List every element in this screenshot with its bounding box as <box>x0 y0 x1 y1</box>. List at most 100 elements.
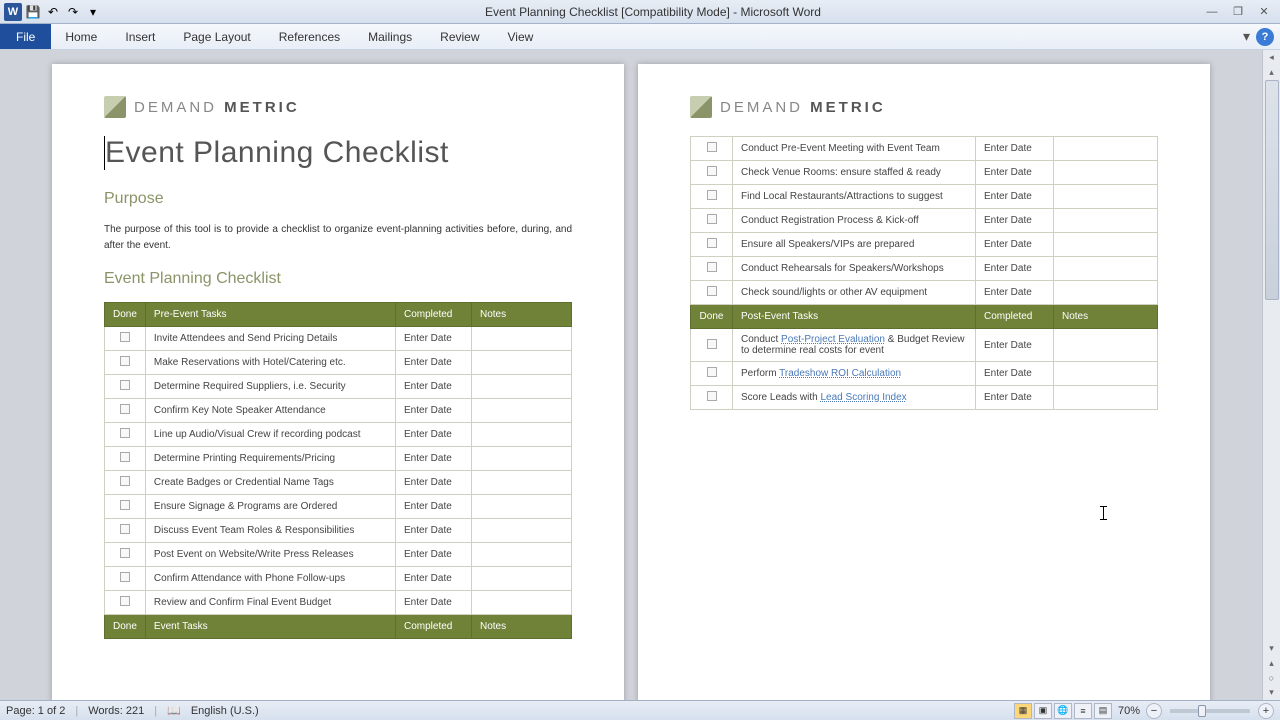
help-icon[interactable]: ? <box>1256 28 1274 46</box>
logo-mark-icon <box>690 96 712 118</box>
page-title: Event Planning Checklist <box>104 136 572 170</box>
checkbox[interactable] <box>707 142 717 152</box>
col-post-event: Post-Event Tasks <box>733 305 976 329</box>
checkbox[interactable] <box>707 367 717 377</box>
checkbox[interactable] <box>120 596 130 606</box>
col-notes: Notes <box>472 615 572 639</box>
browse-object-icon[interactable]: ○ <box>1269 671 1274 685</box>
checkbox[interactable] <box>120 548 130 558</box>
prev-page-icon[interactable]: ▴ <box>1269 656 1274 671</box>
checkbox[interactable] <box>120 356 130 366</box>
restore-button[interactable]: ❐ <box>1226 3 1250 21</box>
scroll-down-icon[interactable]: ▾ <box>1269 641 1274 656</box>
completed-cell: Enter Date <box>976 233 1054 257</box>
task-cell: Confirm Attendance with Phone Follow-ups <box>145 567 395 591</box>
completed-cell: Enter Date <box>396 495 472 519</box>
checkbox[interactable] <box>120 332 130 342</box>
scroll-thumb[interactable] <box>1265 80 1279 300</box>
checkbox[interactable] <box>120 404 130 414</box>
outline-view[interactable]: ≡ <box>1074 703 1092 719</box>
panel-toggle-icon[interactable]: ◂ <box>1269 50 1274 65</box>
hyperlink[interactable]: Tradeshow ROI Calculation <box>779 368 901 379</box>
undo-icon[interactable]: ↶ <box>44 3 62 21</box>
checkbox[interactable] <box>120 380 130 390</box>
completed-cell: Enter Date <box>976 281 1054 305</box>
checkbox[interactable] <box>707 238 717 248</box>
next-page-icon[interactable]: ▾ <box>1269 685 1274 700</box>
completed-cell: Enter Date <box>976 185 1054 209</box>
checkbox[interactable] <box>120 452 130 462</box>
completed-cell: Enter Date <box>396 327 472 351</box>
completed-cell: Enter Date <box>976 161 1054 185</box>
checkbox[interactable] <box>120 524 130 534</box>
hyperlink[interactable]: Lead Scoring Index <box>821 392 907 403</box>
completed-cell: Enter Date <box>396 351 472 375</box>
tab-review[interactable]: Review <box>426 24 493 49</box>
vertical-scrollbar[interactable]: ◂ ▴ ▾ ▴ ○ ▾ <box>1262 50 1280 700</box>
table-row: Ensure Signage & Programs are OrderedEnt… <box>105 495 572 519</box>
notes-cell <box>1054 329 1158 362</box>
minimize-button[interactable]: — <box>1200 3 1224 21</box>
zoom-thumb[interactable] <box>1198 705 1206 717</box>
checkbox[interactable] <box>707 262 717 272</box>
scroll-up-icon[interactable]: ▴ <box>1269 65 1274 80</box>
notes-cell <box>1054 209 1158 233</box>
zoom-out-button[interactable]: − <box>1146 703 1162 719</box>
save-icon[interactable]: 💾 <box>24 3 42 21</box>
completed-cell: Enter Date <box>976 137 1054 161</box>
document-area[interactable]: Demand Metric Event Planning Checklist P… <box>0 50 1262 700</box>
purpose-text: The purpose of this tool is to provide a… <box>104 222 572 254</box>
checkbox[interactable] <box>707 166 717 176</box>
tab-home[interactable]: Home <box>51 24 111 49</box>
checkbox[interactable] <box>120 428 130 438</box>
tab-mailings[interactable]: Mailings <box>354 24 426 49</box>
full-screen-view[interactable]: ▣ <box>1034 703 1052 719</box>
tab-page-layout[interactable]: Page Layout <box>169 24 264 49</box>
status-words[interactable]: Words: 221 <box>88 705 144 717</box>
web-layout-view[interactable]: 🌐 <box>1054 703 1072 719</box>
checkbox[interactable] <box>120 500 130 510</box>
logo-text: Demand Metric <box>720 99 886 116</box>
completed-cell: Enter Date <box>396 399 472 423</box>
spellcheck-icon[interactable]: 📖 <box>167 704 181 717</box>
notes-cell <box>472 543 572 567</box>
task-cell: Create Badges or Credential Name Tags <box>145 471 395 495</box>
notes-cell <box>472 327 572 351</box>
task-cell: Ensure Signage & Programs are Ordered <box>145 495 395 519</box>
tab-insert[interactable]: Insert <box>111 24 169 49</box>
checkbox[interactable] <box>707 190 717 200</box>
task-cell: Confirm Key Note Speaker Attendance <box>145 399 395 423</box>
checkbox[interactable] <box>707 339 717 349</box>
zoom-in-button[interactable]: + <box>1258 703 1274 719</box>
zoom-level[interactable]: 70% <box>1118 705 1140 717</box>
close-button[interactable]: ✕ <box>1252 3 1276 21</box>
statusbar: Page: 1 of 2 | Words: 221 | 📖 English (U… <box>0 700 1280 720</box>
hyperlink[interactable]: Post-Project Evaluation <box>781 334 885 345</box>
notes-cell <box>472 519 572 543</box>
checkbox[interactable] <box>120 476 130 486</box>
status-page[interactable]: Page: 1 of 2 <box>6 705 65 717</box>
completed-cell: Enter Date <box>396 375 472 399</box>
checkbox[interactable] <box>120 572 130 582</box>
col-event: Event Tasks <box>145 615 395 639</box>
tab-view[interactable]: View <box>494 24 548 49</box>
checkbox[interactable] <box>707 391 717 401</box>
zoom-slider[interactable] <box>1170 709 1250 713</box>
checkbox[interactable] <box>707 214 717 224</box>
qat-dropdown-icon[interactable]: ▾ <box>84 3 102 21</box>
table-row: Determine Printing Requirements/PricingE… <box>105 447 572 471</box>
table-row: Determine Required Suppliers, i.e. Secur… <box>105 375 572 399</box>
tab-references[interactable]: References <box>265 24 354 49</box>
notes-cell <box>472 495 572 519</box>
redo-icon[interactable]: ↷ <box>64 3 82 21</box>
checkbox[interactable] <box>707 286 717 296</box>
print-layout-view[interactable]: ▦ <box>1014 703 1032 719</box>
titlebar: W 💾 ↶ ↷ ▾ Event Planning Checklist [Comp… <box>0 0 1280 24</box>
ribbon-collapse-icon[interactable]: ▾ <box>1243 28 1250 45</box>
draft-view[interactable]: ▤ <box>1094 703 1112 719</box>
table-row: Create Badges or Credential Name TagsEnt… <box>105 471 572 495</box>
status-language[interactable]: English (U.S.) <box>191 705 259 717</box>
file-tab[interactable]: File <box>0 24 51 49</box>
col-completed: Completed <box>976 305 1054 329</box>
completed-cell: Enter Date <box>976 386 1054 410</box>
